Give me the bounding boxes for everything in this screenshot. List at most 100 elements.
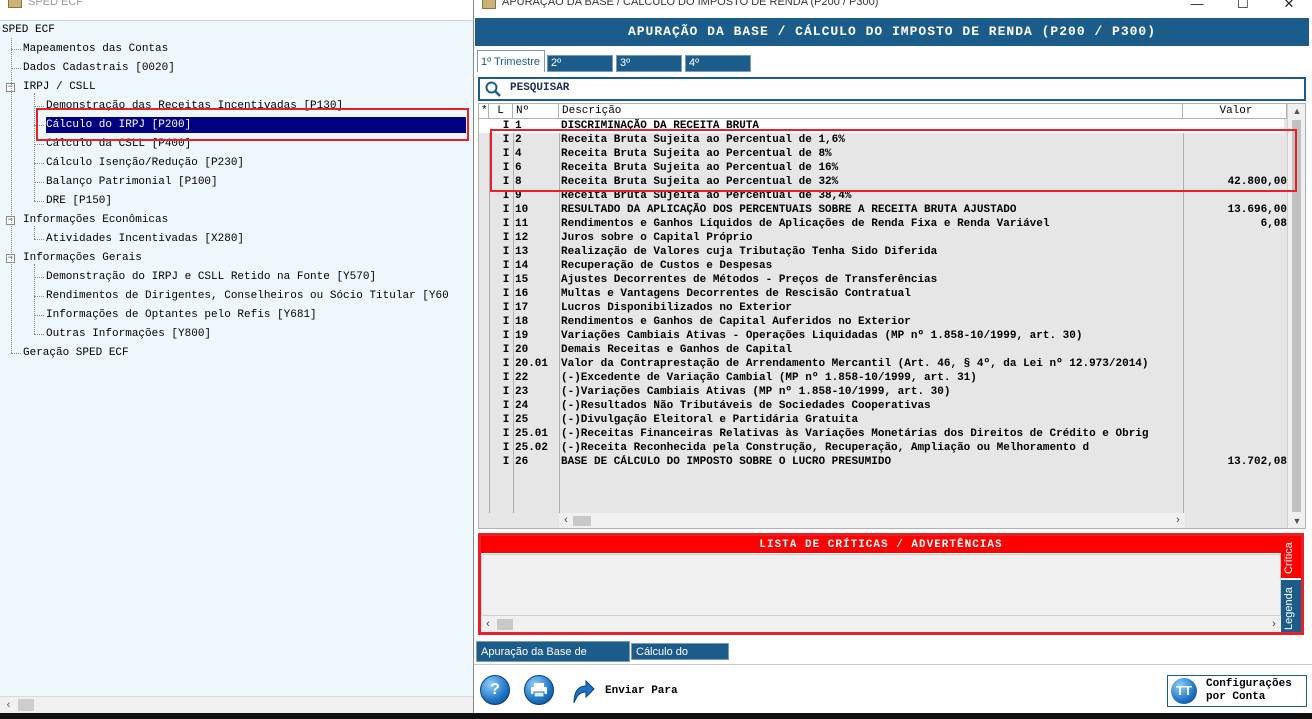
config-label: Configurações por Conta: [1206, 678, 1292, 704]
row-number-cell: 13: [515, 246, 529, 258]
table-row[interactable]: I 11 Rendimentos e Ganhos Líquidos de Apli…: [479, 217, 1287, 231]
critics-header: LISTA DE CRÍTICAS / ADVERTÊNCIAS: [481, 536, 1281, 553]
table-row[interactable]: I 25.02 (-)Receita Reconhecida pela Constr…: [479, 441, 1284, 455]
tree-item[interactable]: Cálculo Isenção/Redução [P230]: [46, 155, 244, 171]
tree-item[interactable]: Informações de Optantes pelo Refis [Y681…: [46, 307, 317, 323]
row-value-cell: 13.696,00: [1227, 204, 1287, 216]
tree-horizontal-scrollbar[interactable]: ‹: [0, 696, 473, 713]
row-description-cell: Recuperação de Custos e Despesas: [561, 260, 773, 272]
table-row[interactable]: I 19 Variações Cambiais Ativas - Operações…: [479, 329, 1284, 343]
close-button[interactable]: ✕: [1266, 0, 1312, 14]
scroll-thumb[interactable]: [18, 699, 34, 711]
side-tab-legenda[interactable]: Legenda: [1281, 580, 1301, 632]
row-number-cell: 16: [515, 288, 529, 300]
table-row[interactable]: I 17 Lucros Disponibilizados no Exterior: [479, 301, 1284, 315]
row-description-cell: RESULTADO DA APLICAÇÃO DOS PERCENTUAIS S…: [561, 204, 1017, 216]
table-row[interactable]: I 24 (-)Resultados Não Tributáveis de Soci…: [479, 399, 1284, 413]
tree-item[interactable]: Dados Cadastrais [0020]: [23, 60, 175, 76]
tree-item[interactable]: Geração SPED ECF: [23, 345, 129, 361]
tree-connector: [11, 38, 12, 353]
col-header-l: L: [489, 104, 513, 119]
row-number-cell: 25.01: [515, 428, 549, 440]
tree-connector: [34, 226, 35, 239]
row-l-cell: I: [502, 344, 510, 356]
grid-horizontal-scrollbar[interactable]: ‹ ›: [559, 513, 1185, 528]
tree-item[interactable]: Outras Informações [Y800]: [46, 326, 211, 342]
row-l-cell: I: [502, 428, 510, 440]
table-row[interactable]: I 23 (-)Variações Cambiais Ativas (MP nº 1…: [479, 385, 1284, 399]
config-label-line2: por Conta: [1206, 691, 1266, 703]
tree-connector: [34, 264, 35, 334]
bottom-toolbar: ? Enviar Para TT Configurações por Conta: [474, 664, 1312, 713]
help-button[interactable]: ?: [480, 675, 510, 705]
tab-calculo-imposto[interactable]: Cálculo do Imposto: [631, 643, 729, 674]
table-row[interactable]: I 25 (-)Divulgação Eleitoral e Partidária …: [479, 413, 1284, 427]
scroll-left-arrow-icon[interactable]: ‹: [481, 616, 495, 632]
tab-3-trimestre[interactable]: 3º Trimestre: [616, 55, 682, 84]
scroll-thumb[interactable]: [573, 516, 591, 526]
row-number-cell: 12: [515, 232, 529, 244]
tree-window-title: SPED ECF: [28, 0, 84, 8]
tree-item[interactable]: Atividades Incentivadas [X280]: [46, 231, 244, 247]
table-row[interactable]: I 25.01 (-)Receitas Financeiras Relativas …: [479, 427, 1284, 441]
taskbar-edge: [0, 713, 1312, 719]
tree-item[interactable]: SPED ECF: [2, 22, 55, 38]
scroll-right-arrow-icon[interactable]: ›: [1267, 616, 1281, 632]
tree-item[interactable]: Mapeamentos das Contas: [23, 41, 168, 57]
table-row[interactable]: I 26 BASE DE CÁLCULO DO IMPOSTO SOBRE O LU…: [479, 455, 1287, 469]
tree-item[interactable]: DRE [P150]: [46, 193, 112, 209]
send-to-button[interactable]: [568, 677, 596, 705]
tree-item[interactable]: Rendimentos de Dirigentes, Conselheiros …: [46, 288, 449, 304]
table-row[interactable]: I 16 Multas e Vantagens Decorrentes de Res…: [479, 287, 1284, 301]
app-icon: [482, 0, 496, 9]
tree-item[interactable]: Informações Gerais: [23, 250, 142, 266]
app-icon: [8, 0, 22, 8]
scroll-up-arrow-icon[interactable]: ▲: [1288, 104, 1305, 118]
configuracoes-por-conta-button[interactable]: TT Configurações por Conta: [1167, 675, 1307, 707]
table-row[interactable]: I 14 Recuperação de Custos e Despesas: [479, 259, 1284, 273]
config-icon: TT: [1171, 678, 1197, 704]
table-row[interactable]: I 13 Realização de Valores cuja Tributação…: [479, 245, 1284, 259]
table-row[interactable]: I 15 Ajustes Decorrentes de Métodos - Preç…: [479, 273, 1284, 287]
search-icon: [485, 81, 501, 97]
tab-4-trimestre[interactable]: 4º Trimestre: [685, 55, 751, 84]
apuracao-window-titlebar: APURAÇÃO DA BASE / CÁLCULO DO IMPOSTO DE…: [474, 0, 1312, 14]
scroll-thumb[interactable]: [497, 619, 513, 630]
tree-connector: [34, 296, 44, 297]
row-number-cell: 22: [515, 372, 529, 384]
print-button[interactable]: [524, 675, 554, 705]
tree-connector: [34, 277, 44, 278]
table-row[interactable]: I 20 Demais Receitas e Ganhos de Capital: [479, 343, 1284, 357]
table-row[interactable]: I 22 (-)Excedente de Variação Cambial (MP …: [479, 371, 1284, 385]
table-row[interactable]: I 12 Juros sobre o Capital Próprio: [479, 231, 1284, 245]
row-l-cell: I: [502, 358, 510, 370]
scroll-left-arrow-icon[interactable]: ‹: [0, 697, 17, 714]
tree-connector: [34, 93, 35, 201]
search-input[interactable]: PESQUISAR: [478, 77, 1306, 101]
table-row[interactable]: I 10 RESULTADO DA APLICAÇÃO DOS PERCENTUAI…: [479, 203, 1287, 217]
maximize-button[interactable]: ☐: [1220, 0, 1266, 14]
tab-apuracao-base[interactable]: Apuração da Base de Cálculo: [476, 641, 630, 679]
send-to-label[interactable]: Enviar Para: [605, 685, 678, 697]
tab-1-trimestre[interactable]: 1º Trimestre: [477, 50, 545, 72]
side-tab-critica[interactable]: Crítica: [1281, 536, 1301, 578]
tree-item[interactable]: Demonstração do IRPJ e CSLL Retido na Fo…: [46, 269, 376, 285]
row-l-cell: I: [502, 204, 510, 216]
minimize-button[interactable]: —: [1174, 0, 1220, 14]
scroll-right-arrow-icon[interactable]: ›: [1171, 513, 1185, 528]
row-description-cell: (-)Resultados Não Tributáveis de Socieda…: [561, 400, 931, 412]
scroll-left-arrow-icon[interactable]: ‹: [559, 513, 573, 528]
row-l-cell: I: [502, 456, 510, 468]
critics-horizontal-scrollbar[interactable]: ‹ ›: [481, 616, 1281, 632]
highlight-box-tree: [36, 108, 469, 141]
table-row[interactable]: I 20.01 Valor da Contraprestação de Arrend…: [479, 357, 1284, 371]
tree-item[interactable]: Informações Econômicas: [23, 212, 168, 228]
critics-panel: LISTA DE CRÍTICAS / ADVERTÊNCIAS ‹ › Crí…: [478, 533, 1304, 635]
table-row[interactable]: I 18 Rendimentos e Ganhos de Capital Aufer…: [479, 315, 1284, 329]
scroll-down-arrow-icon[interactable]: ▼: [1288, 514, 1305, 528]
row-number-cell: 18: [515, 316, 529, 328]
tab-2-trimestre[interactable]: 2º Trimestre: [547, 55, 613, 84]
search-label: PESQUISAR: [510, 82, 570, 94]
row-description-cell: (-)Receita Reconhecida pela Construção, …: [561, 442, 1090, 454]
tree-item[interactable]: Balanço Patrimonial [P100]: [46, 174, 218, 190]
